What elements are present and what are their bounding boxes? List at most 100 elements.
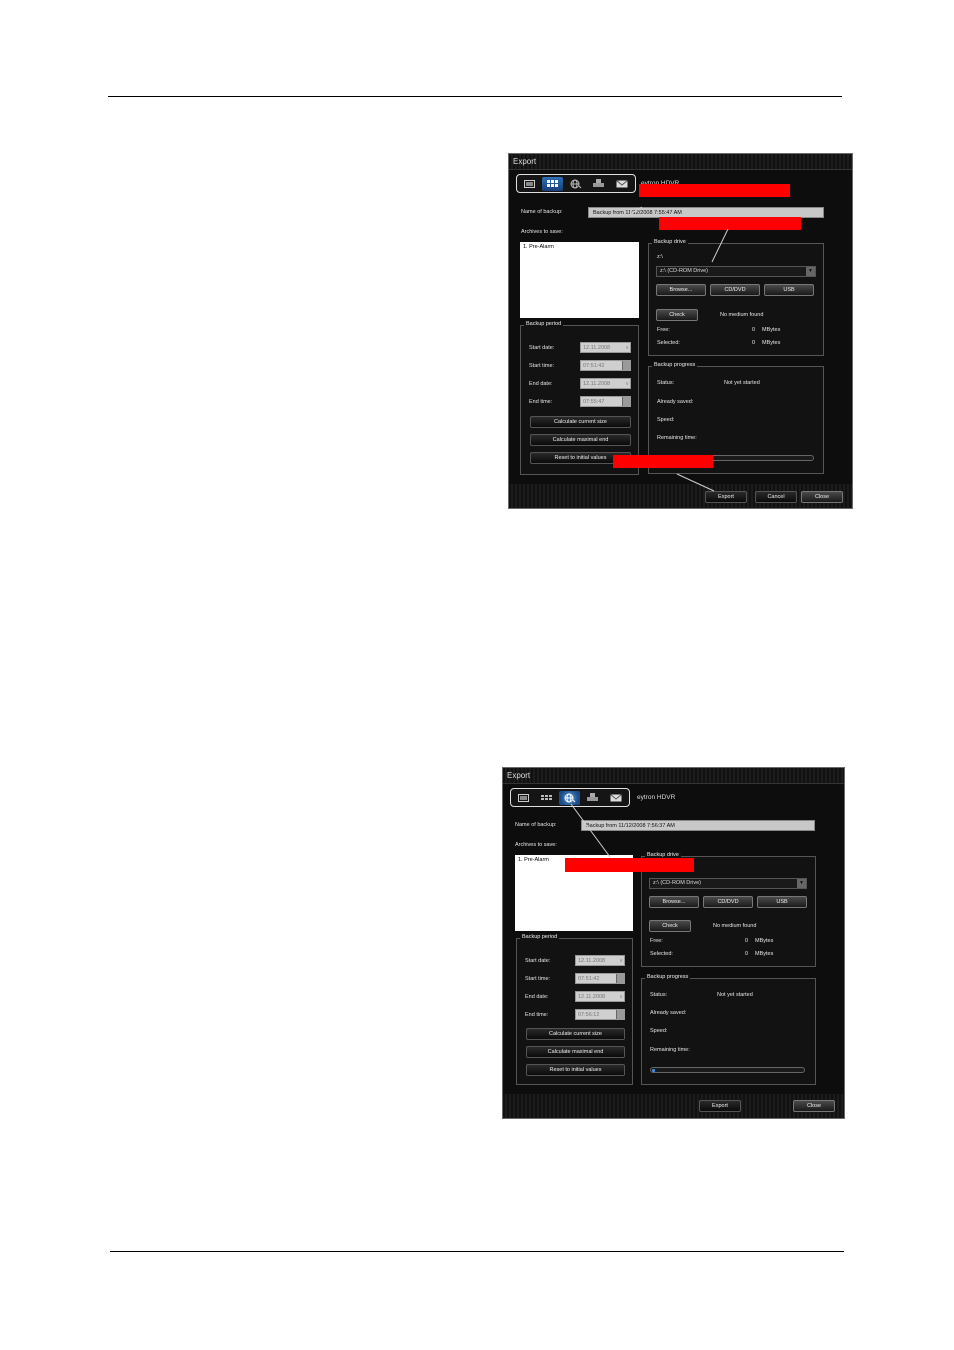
chevron-down-icon[interactable]: ∨ [625,343,629,353]
backup-drive-group: Backup drive z:\ z:\ (CD-ROM Drive) ▼ Br… [648,239,824,356]
end-date-field[interactable]: 12.11.2008 ∨ [580,378,631,389]
speed-label: Speed: [657,417,675,423]
backup-progress-group: Backup progress Status: Not yet started … [641,974,816,1085]
header-rule [108,96,842,97]
title-bar [503,768,844,784]
end-time-field[interactable]: 07:55:47 [580,396,631,407]
monitor-icon[interactable] [513,791,534,805]
backup-period-group: Backup period Start date: 12.11.2008 ∨ St… [516,934,633,1085]
spinner-icon[interactable] [622,361,630,370]
drive-letter: z:\ [657,254,663,260]
window-title: Export [513,157,537,166]
chevron-down-icon[interactable]: ∨ [619,992,623,1002]
cancel-button[interactable]: Cancel [755,491,797,503]
cddvd-button[interactable]: CD/DVD [710,284,760,296]
calc-size-button[interactable]: Calculate current size [526,1028,625,1040]
close-button[interactable]: Close [801,491,843,503]
redaction-bar [613,455,713,468]
start-time-field[interactable]: 07:51:42 [580,360,631,371]
status-value: Not yet started [724,380,760,386]
start-time-field[interactable]: 07:51:42 [575,973,625,984]
end-date-label: End date: [529,381,553,387]
calc-end-button[interactable]: Calculate maximal end [526,1046,625,1058]
selected-unit: MBytes [762,340,781,346]
redaction-bar [639,184,790,197]
chevron-down-icon[interactable]: ∨ [619,956,623,966]
end-time-field[interactable]: 07:56:12 [575,1009,625,1020]
selected-value: 0 [745,951,749,957]
backup-name-input[interactable]: Backup from 11/12/2008 7:56:37 AM [581,820,815,831]
browse-button[interactable]: Browse... [656,284,706,296]
status-label: Status: [650,992,668,998]
start-time-value: 07:51:42 [578,976,600,982]
end-time-value: 07:55:47 [583,399,605,405]
start-date-value: 12.11.2008 [583,345,611,351]
envelope-icon[interactable] [605,791,626,805]
group-title: Backup period [524,321,564,327]
spinner-icon[interactable] [616,1010,624,1019]
grid-icon[interactable] [536,791,557,805]
end-date-value: 12.11.2008 [583,381,611,387]
remaining-time-label: Remaining time: [657,435,697,441]
spinner-icon[interactable] [616,974,624,983]
drive-select-value: z:\ (CD-ROM Drive) [660,268,708,274]
archives-list[interactable]: 1. Pre-Alarm [520,242,639,318]
free-unit: MBytes [762,327,781,333]
window-title: Export [507,771,531,780]
group-title: Backup progress [645,974,691,980]
progress-fill [652,1069,655,1072]
speed-label: Speed: [650,1028,668,1034]
free-label: Free: [657,327,670,333]
chevron-down-icon[interactable]: ∨ [625,379,629,389]
check-button[interactable]: Check [656,309,698,321]
already-saved-label: Already saved: [657,399,694,405]
monitor-icon[interactable] [519,177,540,191]
start-date-field[interactable]: 12.11.2008 ∨ [575,955,625,966]
start-time-value: 07:51:42 [583,363,605,369]
drive-select-value: z:\ (CD-ROM Drive) [653,880,701,886]
globe-icon[interactable] [565,177,586,191]
group-title: Backup drive [652,239,688,245]
footer-rule [110,1251,844,1252]
usb-button[interactable]: USB [757,896,807,908]
start-time-label: Start time: [525,976,551,982]
dialog-footer: Export Close [503,1094,844,1118]
browse-button[interactable]: Browse... [649,896,699,908]
chevron-down-icon[interactable]: ▼ [806,267,815,276]
view-toolbar [510,788,630,807]
usb-button[interactable]: USB [764,284,814,296]
printer-icon[interactable] [582,791,603,805]
calc-end-button[interactable]: Calculate maximal end [530,434,631,446]
free-label: Free: [650,938,663,944]
export-button[interactable]: Export [699,1100,741,1112]
check-status: No medium found [713,923,757,929]
grid-icon[interactable] [542,176,563,191]
check-button[interactable]: Check [649,920,691,932]
backup-period-group: Backup period Start date: 12.11.2008 ∨ St… [520,321,639,475]
archives-label: Archives to save: [521,229,563,235]
group-title: Backup period [520,934,560,940]
globe-icon[interactable] [559,790,580,805]
list-item[interactable]: 1. Pre-Alarm [523,244,636,250]
end-date-field[interactable]: 12.11.2008 ∨ [575,991,625,1002]
drive-select[interactable]: z:\ (CD-ROM Drive) ▼ [656,266,816,277]
start-date-label: Start date: [525,958,551,964]
status-label: Status: [657,380,675,386]
cddvd-button[interactable]: CD/DVD [703,896,753,908]
close-button[interactable]: Close [793,1100,835,1112]
export-button[interactable]: Export [705,491,747,503]
printer-icon[interactable] [588,177,609,191]
start-date-field[interactable]: 12.11.2008 ∨ [580,342,631,353]
drive-select[interactable]: z:\ (CD-ROM Drive) ▼ [649,878,807,889]
already-saved-label: Already saved: [650,1010,687,1016]
envelope-icon[interactable] [611,177,632,191]
end-date-value: 12.11.2008 [578,994,606,1000]
chevron-down-icon[interactable]: ▼ [797,879,806,888]
check-status: No medium found [720,312,764,318]
end-time-value: 07:56:12 [578,1012,600,1018]
spinner-icon[interactable] [622,397,630,406]
selected-label: Selected: [650,951,673,957]
calc-size-button[interactable]: Calculate current size [530,416,631,428]
reset-button[interactable]: Reset to initial values [526,1064,625,1076]
view-toolbar [516,174,636,193]
